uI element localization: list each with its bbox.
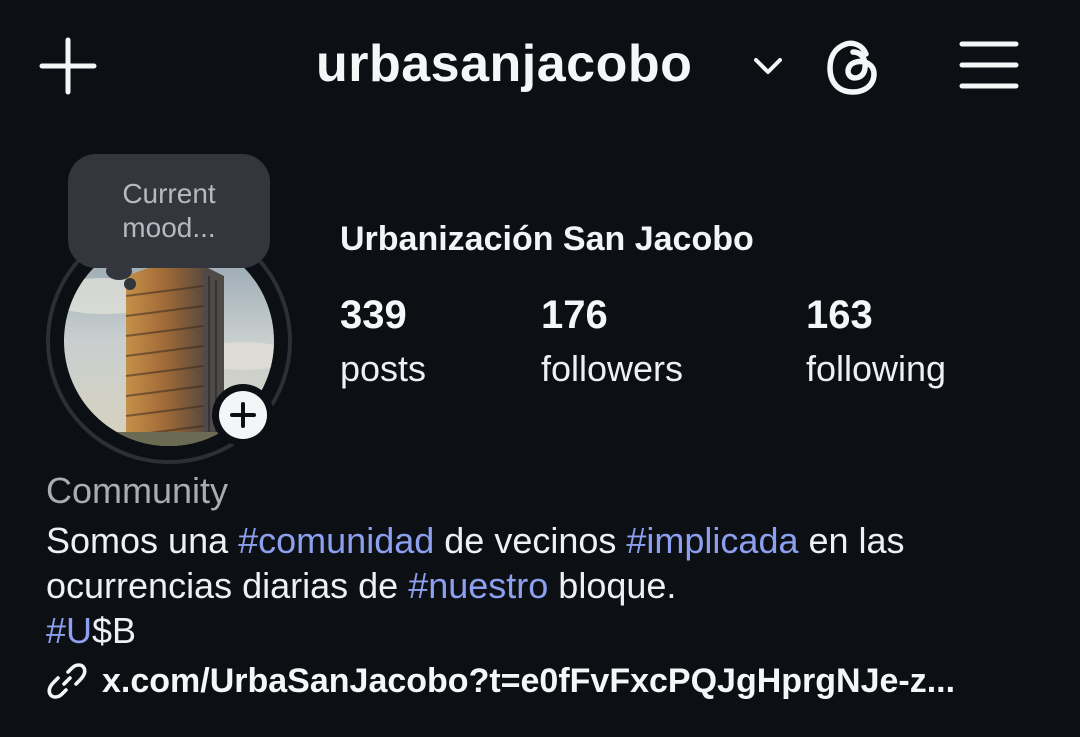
followers-label: followers <box>541 348 684 389</box>
following-count: 163 <box>806 293 873 337</box>
menu-icon[interactable] <box>958 38 1020 92</box>
stat-following[interactable]: 163 following <box>806 292 946 392</box>
posts-count: 339 <box>340 293 407 337</box>
link-icon <box>47 663 87 699</box>
link-text[interactable]: x.com/UrbaSanJacobo?t=e0fFvFxcPQJgHprgNJ… <box>102 662 955 701</box>
followers-count: 176 <box>541 293 608 337</box>
bio: Somos una #comunidad de vecinos #implica… <box>46 518 1056 653</box>
add-story-button[interactable] <box>212 384 274 446</box>
plus-small-icon <box>230 402 256 428</box>
chevron-down-icon[interactable] <box>752 54 784 78</box>
profile-page: urbasanjacobo Current mood... Urbanizaci… <box>0 0 1080 737</box>
note-tail-dot-small <box>124 278 136 290</box>
note-line-1: Current <box>122 178 216 209</box>
bio-text: $B <box>92 610 137 651</box>
stat-followers[interactable]: 176 followers <box>541 292 683 392</box>
profile-link[interactable]: x.com/UrbaSanJacobo?t=e0fFvFxcPQJgHprgNJ… <box>46 660 955 702</box>
bio-text: de vecinos <box>434 520 627 561</box>
following-label: following <box>806 348 947 389</box>
profile-category: Community <box>46 470 229 511</box>
username-title[interactable]: urbasanjacobo <box>316 34 692 94</box>
hashtag-link[interactable]: #comunidad <box>238 520 434 561</box>
bio-text: en las <box>798 520 905 561</box>
hashtag-link[interactable]: #implicada <box>626 520 798 561</box>
plus-icon[interactable] <box>38 36 98 96</box>
hashtag-link[interactable]: #nuestro <box>408 565 548 606</box>
hashtag-link[interactable]: #U <box>46 610 92 651</box>
posts-label: posts <box>340 348 427 389</box>
add-story-circle <box>219 391 267 439</box>
threads-icon[interactable] <box>822 36 884 98</box>
note-bubble[interactable]: Current mood... <box>68 154 270 268</box>
bio-text: Somos una <box>46 520 239 561</box>
bio-line-3: #U$B <box>46 608 1056 653</box>
bio-text: bloque. <box>548 565 677 606</box>
bio-line-2: ocurrencias diarias de #nuestro bloque. <box>46 563 1056 608</box>
stat-posts[interactable]: 339 posts <box>340 292 426 392</box>
display-name: Urbanización San Jacobo <box>340 220 754 258</box>
note-line-2: mood... <box>122 212 216 243</box>
bio-text: ocurrencias diarias de <box>46 565 409 606</box>
bio-line-1: Somos una #comunidad de vecinos #implica… <box>46 518 1056 563</box>
